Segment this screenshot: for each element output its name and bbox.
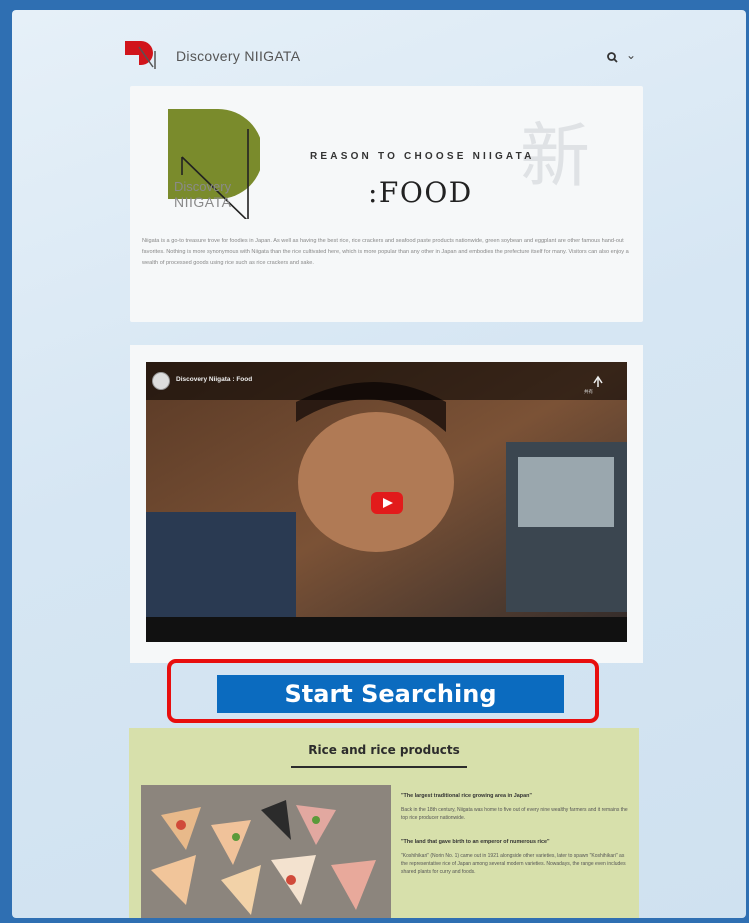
banner-description: Niigata is a go-to treasure trove for fo… (142, 238, 629, 266)
channel-avatar[interactable] (152, 372, 170, 390)
brand-word-discovery: Discovery (174, 179, 232, 194)
brand-word-niigata: NIIGATA (174, 194, 232, 210)
rice-paragraph-2: "The land that gave birth to an emperor … (401, 838, 631, 876)
discovery-niigata-logo[interactable] (125, 37, 161, 71)
rice-heading-1: "The largest traditional rice growing ar… (401, 793, 532, 799)
play-button-icon[interactable] (371, 492, 403, 514)
video-player[interactable]: Discovery Niigata : Food 共有 (146, 362, 627, 642)
rice-body-2: "Koshihikari" (Norin No. 1) came out in … (401, 853, 626, 875)
share-label[interactable]: 共有 (584, 389, 593, 395)
search-icon[interactable] (606, 51, 620, 65)
banner-tagline: REASON TO CHOOSE NIIGATA (310, 151, 535, 162)
onigiri-photo (141, 785, 391, 918)
banner-title: :FOOD (368, 176, 473, 209)
chevron-down-icon[interactable]: ⌄ (626, 48, 636, 62)
rice-body-1: Back in the 18th century, Niigata was ho… (401, 807, 628, 821)
section-title: Rice and rice products (308, 743, 460, 757)
browser-viewport: Discovery NIIGATA ⌄ Discovery NIIGATA 新 … (12, 10, 746, 918)
video-title[interactable]: Discovery Niigata : Food (176, 376, 252, 383)
rice-paragraph-1: "The largest traditional rice growing ar… (401, 792, 631, 822)
rice-heading-2: "The land that gave birth to an emperor … (401, 839, 550, 845)
site-title[interactable]: Discovery NIIGATA (176, 48, 300, 64)
rice-section: Rice and rice products "The largest trad… (129, 728, 639, 918)
video-card: Discovery Niigata : Food 共有 (130, 345, 643, 663)
section-divider (291, 766, 467, 768)
food-banner: Discovery NIIGATA 新 REASON TO CHOOSE NII… (130, 86, 643, 322)
start-searching-button[interactable]: Start Searching (217, 675, 564, 713)
